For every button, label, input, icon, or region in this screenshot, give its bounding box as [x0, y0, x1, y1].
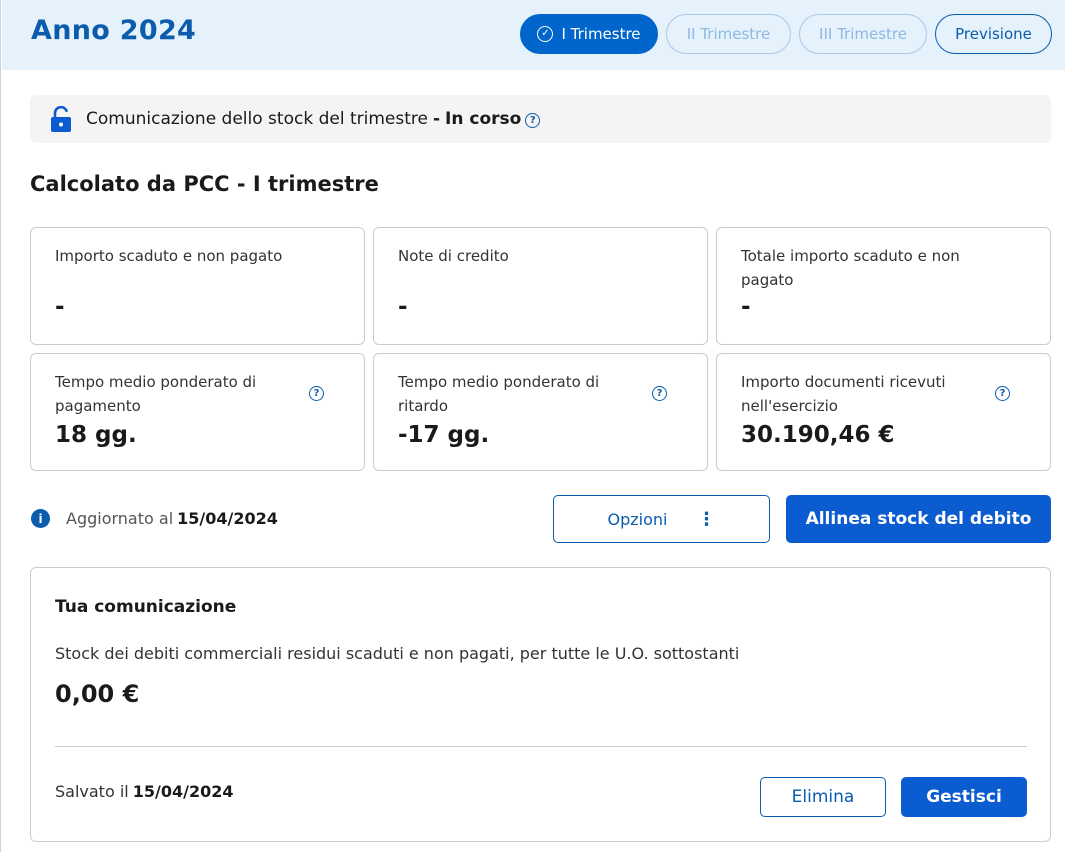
check-circle-icon: ✓	[537, 26, 554, 42]
manage-button[interactable]: Gestisci	[901, 777, 1027, 817]
card-importo-scaduto: Importo scaduto e non pagato -	[30, 227, 365, 345]
tab-iii-trimestre[interactable]: III Trimestre	[799, 14, 927, 54]
tab-label: III Trimestre	[819, 25, 907, 43]
card-value: -17 gg.	[398, 422, 490, 448]
page-frame: Anno 2024 ✓ I Trimestre II Trimestre III…	[0, 0, 1065, 852]
card-value: -	[741, 294, 751, 320]
card-label: Tempo medio ponderato di pagamento	[55, 373, 257, 415]
card-totale-importo: Totale importo scaduto e non pagato -	[716, 227, 1051, 345]
card-importo-documenti: Importo documenti ricevuti nell'esercizi…	[716, 353, 1051, 471]
align-stock-button[interactable]: Allinea stock del debito	[786, 495, 1051, 543]
section-title: Calcolato da PCC - I trimestre	[30, 172, 379, 196]
communication-amount: 0,00 €	[55, 680, 140, 708]
help-icon[interactable]: ?	[525, 113, 541, 128]
tab-label: Previsione	[955, 25, 1032, 43]
tab-i-trimestre[interactable]: ✓ I Trimestre	[520, 14, 658, 54]
card-value: -	[55, 294, 65, 320]
saved-text: Salvato il 15/04/2024	[55, 782, 233, 801]
lock-open-icon	[51, 106, 71, 132]
status-label: Comunicazione dello stock del trimestre	[86, 109, 428, 129]
updated-text: Aggiornato al 15/04/2024	[66, 509, 278, 528]
card-label: Totale importo scaduto e non pagato	[741, 247, 960, 289]
card-value: -	[398, 294, 408, 320]
delete-button[interactable]: Elimina	[760, 777, 886, 817]
card-tempo-ritardo: Tempo medio ponderato di ritardo ? -17 g…	[373, 353, 708, 471]
status-text: Comunicazione dello stock del trimestre -…	[86, 109, 541, 129]
year-title: Anno 2024	[31, 15, 197, 46]
card-label: Importo scaduto e non pagato	[55, 247, 283, 265]
header: Anno 2024 ✓ I Trimestre II Trimestre III…	[2, 0, 1065, 70]
card-value: 30.190,46 €	[741, 422, 895, 448]
communication-title: Tua comunicazione	[55, 597, 237, 617]
divider	[55, 746, 1027, 747]
help-icon[interactable]: ?	[309, 386, 324, 401]
status-separator: -	[432, 109, 441, 129]
card-value: 18 gg.	[55, 422, 137, 448]
updated-date: 15/04/2024	[177, 509, 278, 528]
saved-date: 15/04/2024	[132, 782, 234, 801]
saved-label: Salvato il	[55, 782, 129, 801]
kebab-menu-icon: ⋮	[697, 508, 716, 530]
help-icon[interactable]: ?	[995, 386, 1010, 401]
status-value: In corso	[445, 109, 522, 129]
card-tempo-pagamento: Tempo medio ponderato di pagamento ? 18 …	[30, 353, 365, 471]
card-label: Tempo medio ponderato di ritardo	[398, 373, 600, 415]
options-button[interactable]: Opzioni ⋮	[553, 495, 770, 543]
tab-ii-trimestre[interactable]: II Trimestre	[666, 14, 791, 54]
options-label: Opzioni	[607, 509, 668, 529]
help-icon[interactable]: ?	[652, 386, 667, 401]
info-icon: i	[31, 509, 50, 528]
status-bar: Comunicazione dello stock del trimestre -…	[30, 95, 1051, 143]
tab-label: II Trimestre	[686, 25, 771, 43]
communication-description: Stock dei debiti commerciali residui sca…	[55, 644, 740, 663]
tab-label: I Trimestre	[561, 25, 641, 43]
communication-panel: Tua comunicazione Stock dei debiti comme…	[30, 567, 1051, 842]
card-label: Importo documenti ricevuti nell'esercizi…	[741, 373, 946, 415]
tab-previsione[interactable]: Previsione	[935, 14, 1052, 54]
card-label: Note di credito	[398, 247, 509, 265]
updated-label: Aggiornato al	[66, 509, 174, 528]
card-note-credito: Note di credito -	[373, 227, 708, 345]
